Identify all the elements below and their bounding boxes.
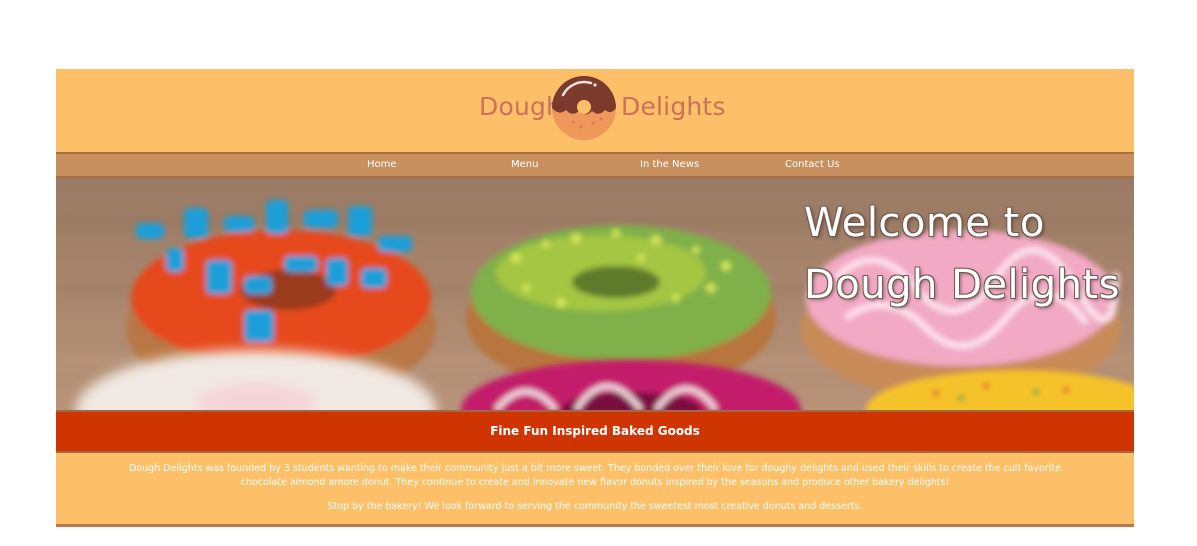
logo-text-right: Delights	[621, 92, 726, 121]
nav-item-contact-us[interactable]: Contact Us	[785, 159, 840, 170]
logo-text-left: Dough	[479, 92, 563, 121]
about-section: Dough Delights was founded by 3 students…	[56, 453, 1134, 527]
about-paragraph-2: Stop by the bakery! We look forward to s…	[327, 501, 863, 512]
nav-item-menu[interactable]: Menu	[511, 159, 538, 170]
logo[interactable]: Dough Delights	[479, 75, 725, 145]
main-nav: Home Menu In the News Contact Us	[56, 152, 1134, 178]
donut-icon	[552, 76, 616, 140]
nav-item-home[interactable]: Home	[367, 159, 397, 170]
nav-item-in-the-news[interactable]: In the News	[640, 159, 699, 170]
tagline: Fine Fun Inspired Baked Goods	[490, 424, 700, 438]
tagline-bar: Fine Fun Inspired Baked Goods	[56, 410, 1134, 453]
hero-title: Welcome to Dough Delights	[804, 192, 1120, 316]
hero-banner: Welcome to Dough Delights	[56, 178, 1134, 410]
hero-title-line-2: Dough Delights	[804, 262, 1120, 308]
hero-title-line-1: Welcome to	[804, 200, 1045, 246]
site-container: Dough Delights Home Menu In the News Con…	[56, 69, 1134, 527]
header: Dough Delights	[56, 69, 1134, 152]
about-paragraph-1: Dough Delights was founded by 3 students…	[129, 463, 1061, 488]
